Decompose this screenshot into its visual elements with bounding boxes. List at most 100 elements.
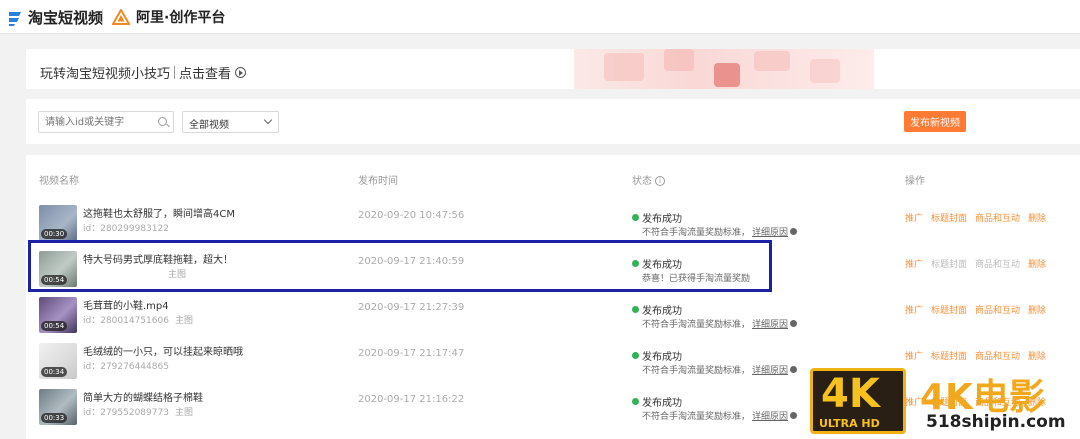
duration-badge: 00:34 (41, 367, 68, 377)
top-bar: 淘宝短视频 阿里·创作平台 (0, 0, 1080, 34)
row-actions: 推广 标题封面 商品和互动 删除 (905, 303, 1046, 316)
status-text: 发布成功 (642, 306, 682, 317)
info-icon[interactable]: i (655, 176, 665, 186)
play-circle-icon[interactable] (235, 67, 247, 78)
video-title[interactable]: 这拖鞋也太舒服了，瞬间增高4CM (83, 205, 235, 220)
row-actions: 推广 标题封面 商品和互动 删除 (905, 257, 1046, 270)
watermark-badge-sub: ULTRA HD (819, 417, 880, 430)
publish-time: 2020-09-17 21:16:22 (358, 394, 465, 405)
brand-secondary-text: 阿里·创作平台 (136, 10, 226, 26)
status: 发布成功 (632, 210, 682, 225)
status-note-text: 不符合手淘流量奖励标准， (642, 366, 751, 376)
main-image-tag: 主图 (174, 316, 193, 326)
tips-banner[interactable]: 玩转淘宝短视频小技巧 点击查看 (26, 49, 1080, 89)
status-text: 发布成功 (642, 214, 682, 225)
publish-time: 2020-09-17 21:27:39 (358, 302, 465, 313)
delete-link[interactable]: 删除 (1028, 349, 1046, 362)
watermark-badge-main: 4K (821, 371, 880, 417)
question-icon[interactable] (790, 366, 798, 373)
video-title[interactable]: 毛茸茸的小鞋.mp4 (83, 297, 169, 312)
watermark-site: 518shipin.com (926, 412, 1066, 432)
promote-link[interactable]: 推广 (905, 303, 923, 316)
promote-link[interactable]: 推广 (905, 349, 923, 362)
table-row: 00:54 毛茸茸的小鞋.mp4 id：280014751606 主图 2020-… (26, 295, 1080, 341)
status-note: 不符合手淘流量奖励标准， 详细原因 (642, 409, 798, 422)
ali-creator-logo-icon (112, 9, 130, 25)
detail-reason-link[interactable]: 详细原因 (752, 363, 788, 376)
row-actions: 推广 标题封面 商品和互动 删除 (905, 349, 1046, 362)
product-interaction-link[interactable]: 商品和互动 (975, 349, 1020, 362)
title-cover-link[interactable]: 标题封面 (931, 349, 967, 362)
video-thumbnail[interactable]: 00:34 (39, 343, 77, 379)
video-filter-select[interactable]: 全部视频 (182, 111, 279, 133)
detail-reason-link[interactable]: 详细原因 (752, 409, 788, 422)
delete-link[interactable]: 删除 (1028, 257, 1046, 270)
filter-bar: 全部视频 发布新视频 (26, 99, 1080, 144)
status: 发布成功 (632, 348, 682, 363)
video-title[interactable]: 简单大方的蝴蝶结格子棉鞋 (83, 389, 203, 404)
question-icon[interactable] (790, 228, 798, 235)
video-id-line: id：279276444865 (83, 359, 169, 372)
brand-divider (102, 9, 103, 25)
question-icon[interactable] (790, 412, 798, 419)
status: 发布成功 (632, 302, 682, 317)
detail-reason-link[interactable]: 详细原因 (752, 317, 788, 330)
video-filter-value: 全部视频 (189, 120, 229, 131)
banner-illustration (574, 49, 874, 89)
video-thumbnail[interactable]: 00:54 (39, 297, 77, 333)
delete-link[interactable]: 删除 (1028, 303, 1046, 316)
column-header-name: 视频名称 (39, 176, 79, 187)
duration-badge: 00:30 (41, 229, 68, 239)
product-interaction-link[interactable]: 商品和互动 (975, 303, 1020, 316)
status-note-text: 不符合手淘流量奖励标准， (642, 412, 751, 422)
column-header-status-label: 状态 (632, 176, 652, 187)
chevron-down-icon (263, 115, 273, 125)
success-dot-icon (632, 352, 639, 359)
watermark: 4K ULTRA HD 4K电影 518shipin.com (810, 368, 1080, 439)
title-cover-link[interactable]: 标题封面 (931, 257, 967, 270)
column-header-time: 发布时间 (358, 176, 398, 187)
video-id: id：280299983122 (83, 224, 169, 234)
video-title[interactable]: 毛绒绒的一小只，可以挂起来晾晒哦 (83, 343, 243, 358)
taobao-video-logo-icon (9, 11, 21, 26)
status-note: 不符合手淘流量奖励标准， 详细原因 (642, 225, 798, 238)
video-thumbnail[interactable]: 00:30 (39, 205, 77, 241)
title-cover-link[interactable]: 标题封面 (931, 211, 967, 224)
duration-badge: 00:33 (41, 413, 68, 423)
video-thumbnail[interactable]: 00:33 (39, 389, 77, 425)
banner-title-text: 玩转淘宝短视频小技巧 (40, 67, 171, 82)
banner-title: 玩转淘宝短视频小技巧 点击查看 (40, 63, 247, 82)
success-dot-icon (632, 306, 639, 313)
search-input[interactable] (39, 112, 149, 132)
product-interaction-link[interactable]: 商品和互动 (975, 257, 1020, 270)
column-header-ops: 操作 (905, 176, 925, 187)
promote-link[interactable]: 推广 (905, 257, 923, 270)
highlight-frame (28, 240, 772, 292)
video-id-line: id：280014751606 主图 (83, 313, 193, 326)
brand-primary-text: 淘宝短视频 (28, 9, 104, 27)
product-interaction-link[interactable]: 商品和互动 (975, 211, 1020, 224)
title-cover-link[interactable]: 标题封面 (931, 303, 967, 316)
taobao-video-brand[interactable]: 淘宝短视频 (8, 7, 103, 28)
publish-video-button[interactable]: 发布新视频 (904, 111, 966, 132)
search-box[interactable] (38, 111, 174, 133)
status-text: 发布成功 (642, 398, 682, 409)
ali-creator-brand[interactable]: 阿里·创作平台 (112, 7, 225, 27)
promote-link[interactable]: 推广 (905, 211, 923, 224)
delete-link[interactable]: 删除 (1028, 211, 1046, 224)
success-dot-icon (632, 214, 639, 221)
status-note-text: 不符合手淘流量奖励标准， (642, 228, 751, 238)
video-id-line: id：280299983122 (83, 221, 169, 234)
question-icon[interactable] (790, 320, 798, 327)
detail-reason-link[interactable]: 详细原因 (752, 225, 788, 238)
status-note-text: 不符合手淘流量奖励标准， (642, 320, 751, 330)
column-header-status: 状态 i (632, 172, 665, 187)
duration-badge: 00:54 (41, 321, 68, 331)
publish-time: 2020-09-20 10:47:56 (358, 210, 465, 221)
video-id: id：279552089773 (83, 408, 169, 418)
success-dot-icon (632, 398, 639, 405)
video-id-line: id：279552089773 主图 (83, 405, 193, 418)
publish-time: 2020-09-17 21:17:47 (358, 348, 465, 359)
banner-link[interactable]: 点击查看 (179, 63, 231, 82)
search-icon[interactable] (158, 117, 167, 126)
